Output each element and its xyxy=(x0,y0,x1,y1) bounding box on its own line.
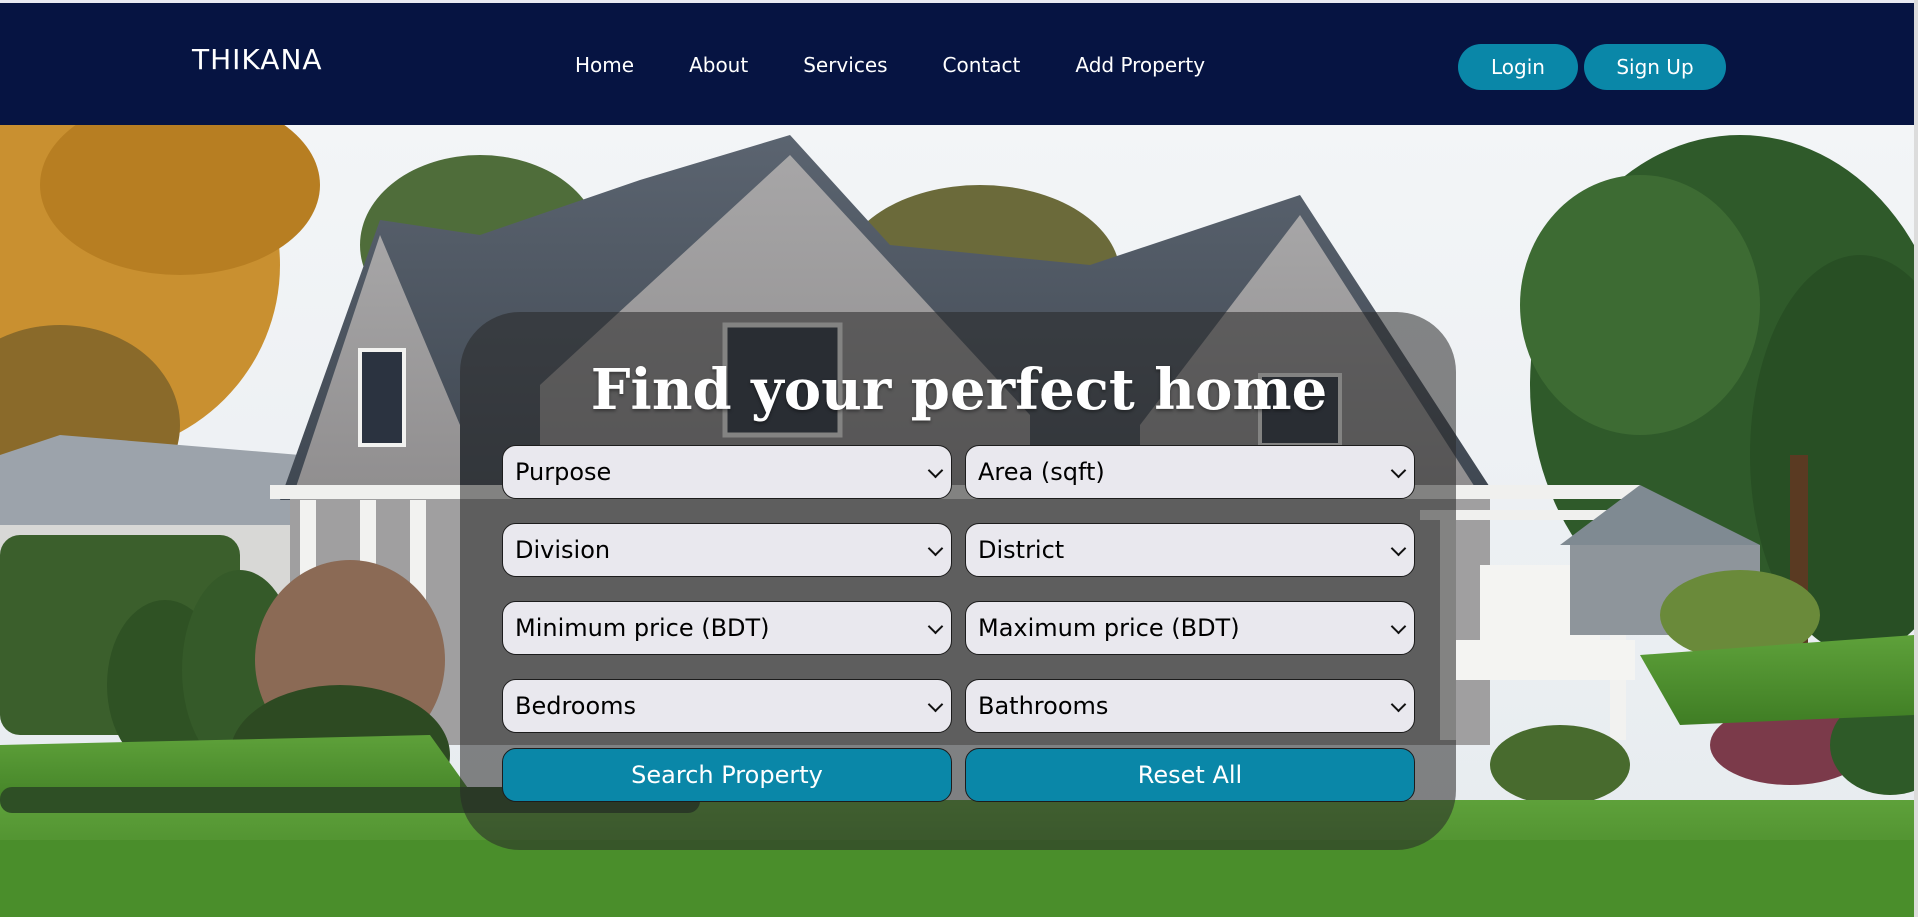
chevron-down-icon xyxy=(927,540,944,557)
district-select[interactable]: District xyxy=(965,523,1415,577)
purpose-select[interactable]: Purpose xyxy=(502,445,952,499)
max-price-select[interactable]: Maximum price (BDT) xyxy=(965,601,1415,655)
division-select-value: Division xyxy=(515,536,611,564)
page: THIKANA Home About Services Contact Add … xyxy=(0,0,1918,917)
reset-all-button[interactable]: Reset All xyxy=(965,748,1415,802)
district-select-value: District xyxy=(978,536,1065,564)
bathrooms-select[interactable]: Bathrooms xyxy=(965,679,1415,733)
min-price-select[interactable]: Minimum price (BDT) xyxy=(502,601,952,655)
division-select[interactable]: Division xyxy=(502,523,952,577)
brand-logo[interactable]: THIKANA xyxy=(192,43,323,76)
search-title: Find your perfect home xyxy=(590,357,1328,423)
chevron-down-icon xyxy=(1390,696,1407,713)
bedrooms-select-value: Bedrooms xyxy=(515,692,637,720)
chevron-down-icon xyxy=(1390,618,1407,635)
window-scrollbar-edge xyxy=(1914,0,1918,917)
top-navbar: THIKANA Home About Services Contact Add … xyxy=(0,0,1914,125)
purpose-select-value: Purpose xyxy=(515,458,612,486)
bathrooms-select-value: Bathrooms xyxy=(978,692,1109,720)
chevron-down-icon xyxy=(927,618,944,635)
chevron-down-icon xyxy=(1390,462,1407,479)
area-select-value: Area (sqft) xyxy=(978,458,1105,486)
nav-add-property-link[interactable]: Add Property xyxy=(1075,53,1205,77)
nav-contact-link[interactable]: Contact xyxy=(943,53,1021,77)
login-button[interactable]: Login xyxy=(1458,44,1578,90)
nav-about-link[interactable]: About xyxy=(689,53,748,77)
chevron-down-icon xyxy=(1390,540,1407,557)
min-price-select-value: Minimum price (BDT) xyxy=(515,614,770,642)
area-select[interactable]: Area (sqft) xyxy=(965,445,1415,499)
nav-links: Home About Services Contact Add Property xyxy=(575,53,1260,77)
bedrooms-select[interactable]: Bedrooms xyxy=(502,679,952,733)
search-property-button[interactable]: Search Property xyxy=(502,748,952,802)
nav-home-link[interactable]: Home xyxy=(575,53,634,77)
chevron-down-icon xyxy=(927,696,944,713)
signup-button[interactable]: Sign Up xyxy=(1584,44,1726,90)
nav-services-link[interactable]: Services xyxy=(803,53,887,77)
max-price-select-value: Maximum price (BDT) xyxy=(978,614,1240,642)
auth-buttons: Login Sign Up xyxy=(1458,44,1726,90)
chevron-down-icon xyxy=(927,462,944,479)
